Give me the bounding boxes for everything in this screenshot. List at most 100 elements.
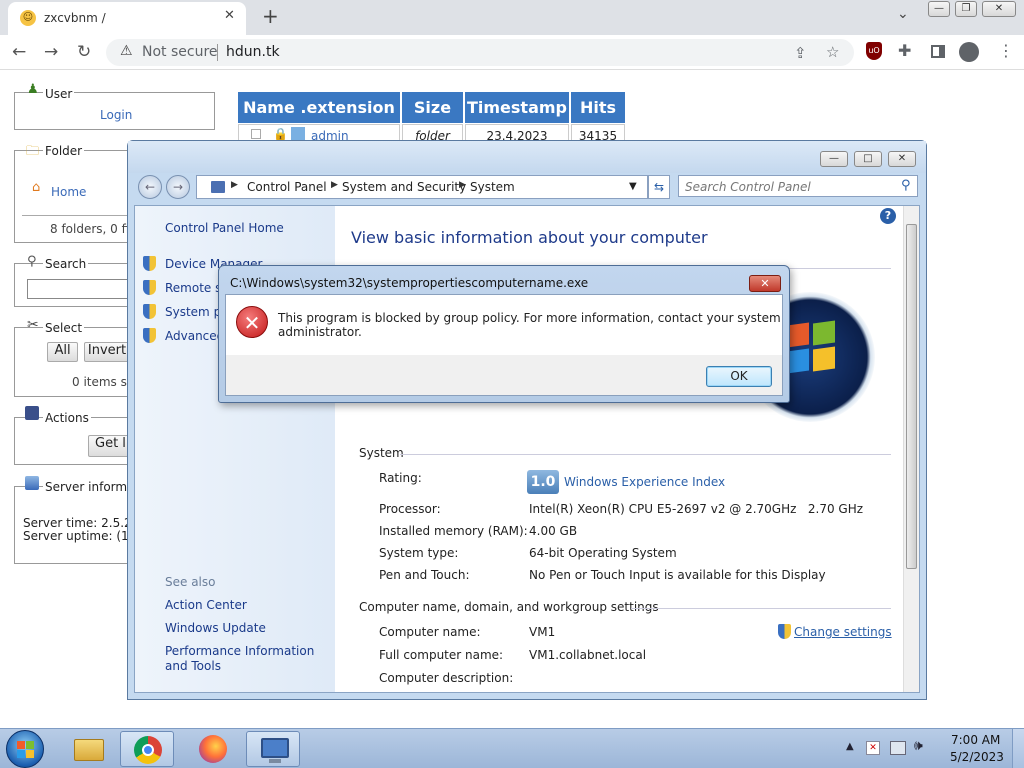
cp-titlebar[interactable]: — □ ✕ — [128, 141, 926, 173]
column-header-timestamp[interactable]: Timestamp — [465, 92, 569, 123]
dialog-message-line1: This program is blocked by group policy.… — [278, 311, 781, 325]
new-tab-button[interactable]: + — [262, 4, 279, 28]
invert-selection-button[interactable]: Invert — [84, 342, 130, 362]
column-header-name[interactable]: Name .extension — [238, 92, 400, 123]
row-checkbox[interactable] — [251, 129, 261, 139]
shield-icon — [143, 280, 156, 298]
clock-date[interactable]: 5/2/2023 — [950, 750, 1004, 764]
side-panel-icon[interactable] — [931, 45, 945, 58]
ok-button[interactable]: OK — [706, 366, 772, 387]
cp-search-box[interactable]: Search Control Panel ⚲ — [678, 175, 918, 197]
breadcrumb-system[interactable]: System — [470, 180, 515, 194]
control-panel-taskbar-icon[interactable] — [246, 731, 300, 767]
start-button[interactable] — [6, 730, 44, 768]
cp-search-placeholder: Search Control Panel — [685, 180, 811, 194]
tray-expand-icon[interactable]: ▲ — [846, 741, 854, 752]
performance-info-link[interactable]: Performance Information and Tools — [165, 644, 330, 674]
divider — [22, 215, 132, 216]
show-desktop-button[interactable] — [1012, 729, 1024, 768]
share-icon[interactable]: ⇪ — [794, 44, 807, 62]
security-indicator[interactable]: Not secure — [142, 44, 218, 60]
server-time: Server time: 2.5.20 — [23, 516, 140, 530]
select-all-button[interactable]: All — [47, 342, 78, 362]
action-center-flag-icon[interactable]: ✕ — [866, 741, 880, 755]
cp-minimize-button[interactable]: — — [820, 151, 848, 167]
rating-label: Rating: — [379, 471, 422, 485]
section-computer-name: Computer name, domain, and workgroup set… — [359, 600, 659, 614]
tab-close-icon[interactable]: ✕ — [224, 8, 235, 23]
processor-value: Intel(R) Xeon(R) CPU E5-2697 v2 @ 2.70GH… — [529, 502, 864, 516]
dropdown-arrow-icon[interactable]: ▼ — [629, 181, 637, 192]
warning-triangle-icon[interactable]: ⚠ — [120, 43, 133, 59]
tab-title: zxcvbnm / — [44, 11, 106, 25]
rating-badge[interactable]: 1.0 — [527, 470, 559, 494]
login-link[interactable]: Login — [100, 108, 132, 122]
dialog-message-area: ✕ This program is blocked by group polic… — [226, 295, 782, 355]
breadcrumb-separator-icon: ▶ — [231, 180, 238, 190]
pen-touch-label: Pen and Touch: — [379, 568, 470, 582]
scrollbar-thumb[interactable] — [906, 224, 917, 569]
address-bar[interactable]: ⚠ Not secure hdun.tk ⇪ ☆ — [106, 39, 854, 66]
maximize-button[interactable]: ❐ — [955, 1, 977, 17]
advanced-settings-link[interactable]: Advanced — [165, 329, 224, 343]
cp-breadcrumb[interactable]: ▶ Control Panel ▶ System and Security ▶ … — [196, 175, 648, 199]
forward-nav-icon[interactable]: → — [166, 175, 190, 199]
clock-time[interactable]: 7:00 AM — [951, 733, 1000, 747]
dialog-body: ✕ This program is blocked by group polic… — [225, 294, 783, 396]
breadcrumb-control-panel[interactable]: Control Panel — [247, 180, 327, 194]
network-icon[interactable] — [890, 741, 906, 755]
column-header-size[interactable]: Size — [402, 92, 463, 123]
search-input[interactable] — [27, 279, 137, 299]
back-nav-icon[interactable]: ← — [138, 175, 162, 199]
change-settings-link[interactable]: Change settings — [794, 625, 892, 639]
refresh-icon[interactable]: ⇆ — [648, 175, 670, 199]
select-legend: Select — [43, 321, 85, 335]
back-arrow-icon[interactable]: ← — [12, 42, 26, 62]
system-type-label: System type: — [379, 546, 459, 560]
volume-icon[interactable]: 🕪 — [914, 738, 923, 754]
control-panel-home-link[interactable]: Control Panel Home — [165, 221, 284, 235]
chevron-down-icon[interactable]: ⌄ — [897, 6, 909, 22]
cp-close-button[interactable]: ✕ — [888, 151, 916, 167]
user-icon: ♟ — [27, 82, 39, 97]
home-link[interactable]: Home — [51, 185, 86, 199]
divider — [217, 44, 218, 61]
server-icon — [25, 476, 39, 490]
shield-icon — [143, 256, 156, 274]
dialog-message-line2: administrator. — [278, 325, 362, 339]
more-menu-icon[interactable]: ⋮ — [998, 41, 1014, 60]
column-header-hits[interactable]: Hits — [571, 92, 625, 123]
browser-tab[interactable]: ☺ zxcvbnm / ✕ — [8, 2, 246, 35]
items-selected: 0 items se — [72, 375, 135, 389]
dialog-title: C:\Windows\system32\systempropertiescomp… — [230, 276, 589, 290]
breadcrumb-system-security[interactable]: System and Security — [342, 180, 466, 194]
reload-icon[interactable]: ↻ — [77, 42, 91, 62]
dialog-close-button[interactable]: ✕ — [749, 275, 781, 292]
search-icon[interactable]: ⚲ — [901, 178, 911, 193]
cp-address-row: ← → ▶ Control Panel ▶ System and Securit… — [136, 175, 922, 199]
star-bookmark-icon[interactable]: ☆ — [826, 43, 839, 61]
url-text[interactable]: hdun.tk — [226, 44, 280, 60]
error-icon: ✕ — [236, 306, 268, 338]
file-explorer-taskbar-icon[interactable] — [62, 731, 116, 767]
full-computer-name-value: VM1.collabnet.local — [529, 648, 647, 662]
cp-maximize-button[interactable]: □ — [854, 151, 882, 167]
vertical-scrollbar[interactable] — [903, 206, 919, 692]
puzzle-extensions-icon[interactable]: ✚ — [898, 41, 911, 60]
minimize-button[interactable]: — — [928, 1, 950, 17]
system-type-value: 64-bit Operating System — [529, 546, 677, 560]
firefox-taskbar-icon[interactable] — [186, 731, 240, 767]
profile-avatar-icon[interactable] — [959, 42, 979, 62]
help-icon[interactable]: ? — [880, 208, 896, 224]
system-protection-link[interactable]: System pr — [165, 305, 226, 319]
windows-update-link[interactable]: Windows Update — [165, 621, 266, 635]
breadcrumb-separator-icon: ▶ — [331, 180, 338, 190]
experience-index-link[interactable]: Windows Experience Index — [564, 475, 725, 489]
browser-toolbar: ← → ↻ ⚠ Not secure hdun.tk ⇪ ☆ uO ✚ ⋮ — [0, 35, 1024, 70]
forward-arrow-icon[interactable]: → — [44, 42, 58, 62]
action-center-link[interactable]: Action Center — [165, 598, 247, 612]
ublock-extension-icon[interactable]: uO — [866, 42, 882, 60]
close-window-button[interactable]: ✕ — [982, 1, 1016, 17]
server-legend: Server informat — [43, 480, 127, 494]
chrome-taskbar-icon[interactable] — [120, 731, 174, 767]
